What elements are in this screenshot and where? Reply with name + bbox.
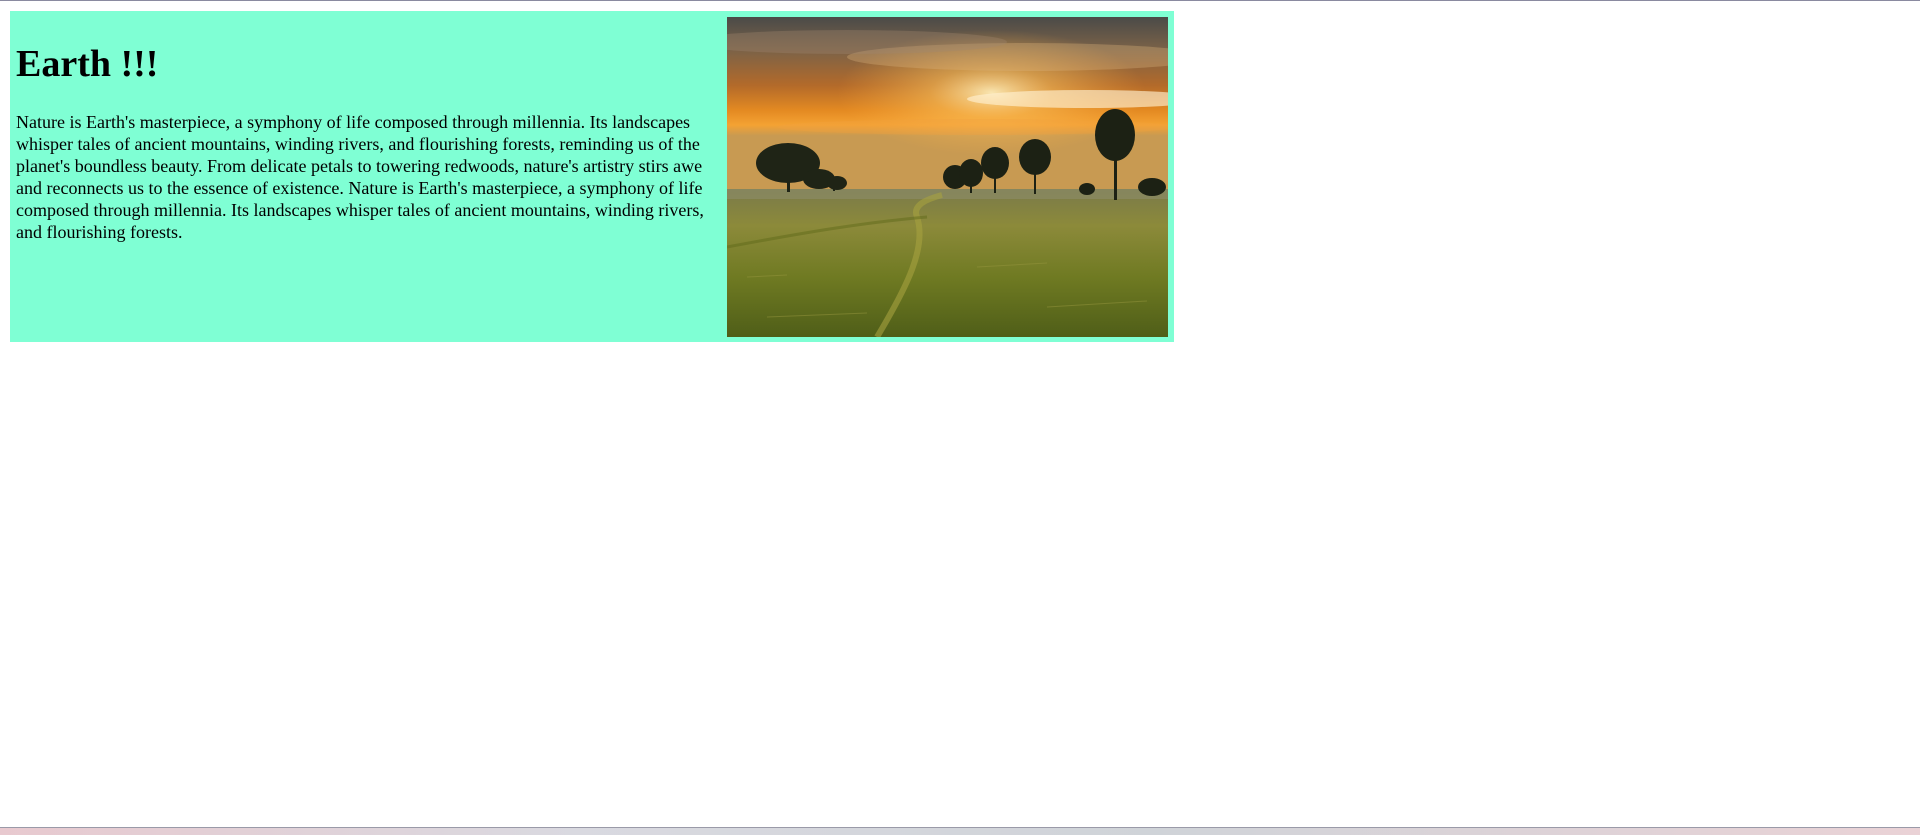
description-paragraph: Nature is Earth's masterpiece, a symphon… <box>16 112 704 242</box>
landscape-image <box>727 17 1168 337</box>
top-border <box>0 0 1920 1</box>
text-column: Earth !!! Nature is Earth's masterpiece,… <box>16 11 716 243</box>
bottom-taskbar-edge <box>0 827 1920 835</box>
content-card: Earth !!! Nature is Earth's masterpiece,… <box>10 11 1174 342</box>
page-title: Earth !!! <box>16 43 159 85</box>
